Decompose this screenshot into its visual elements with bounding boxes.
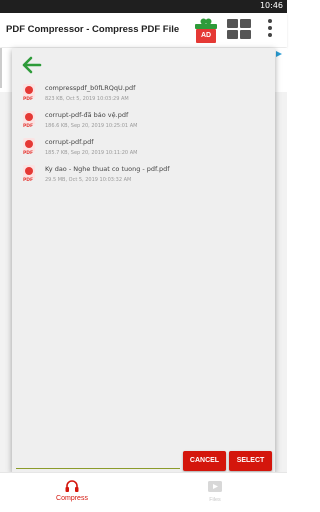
ad-banner-edge bbox=[0, 48, 2, 88]
file-name: corrupt-pdf.pdf bbox=[45, 138, 94, 146]
file-meta: 186.6 KB, Sep 20, 2019 10:25:01 AM bbox=[45, 123, 138, 129]
pdf-file-icon: PDF bbox=[21, 111, 35, 129]
dialog-divider bbox=[16, 468, 180, 469]
file-item[interactable]: PDF Ky dao - Nghe thuat co tuong - pdf.p… bbox=[12, 163, 275, 189]
grid-view-icon-cell bbox=[240, 19, 251, 28]
nav-compress[interactable]: Compress bbox=[42, 477, 102, 509]
file-name: compresspdf_b0fLRQqU.pdf bbox=[45, 84, 136, 92]
ad-label: AD bbox=[196, 29, 216, 43]
pdf-file-icon: PDF bbox=[21, 165, 35, 183]
grid-view-icon-cell bbox=[227, 30, 238, 39]
grid-view-button[interactable] bbox=[227, 19, 251, 39]
status-bar: 10:46 bbox=[0, 0, 287, 13]
more-options-button[interactable] bbox=[266, 19, 274, 41]
file-meta: 185.7 KB, Sep 20, 2019 10:11:20 AM bbox=[45, 150, 138, 156]
file-item[interactable]: PDF compresspdf_b0fLRQqU.pdf 823 KB, Oct… bbox=[12, 82, 275, 108]
more-vert-icon bbox=[268, 19, 272, 23]
file-item[interactable]: PDF corrupt-pdf.pdf 185.7 KB, Sep 20, 20… bbox=[12, 136, 275, 162]
grid-view-icon-cell bbox=[240, 30, 251, 39]
pdf-file-icon: PDF bbox=[21, 138, 35, 156]
ad-choices-icon[interactable] bbox=[275, 50, 283, 58]
nav-files[interactable]: Files bbox=[185, 477, 245, 509]
cancel-button[interactable]: CANCEL bbox=[183, 451, 226, 471]
bottom-navigation: Compress Files bbox=[0, 472, 287, 512]
more-vert-dot bbox=[268, 33, 272, 37]
file-meta: 823 KB, Oct 5, 2019 10:03:29 AM bbox=[45, 96, 129, 102]
more-vert-dot bbox=[268, 26, 272, 30]
file-name: Ky dao - Nghe thuat co tuong - pdf.pdf bbox=[45, 165, 170, 173]
status-time: 10:46 bbox=[259, 1, 283, 10]
file-name: corrupt-pdf-đã bảo vệ.pdf bbox=[45, 111, 129, 119]
app-title: PDF Compressor - Compress PDF File bbox=[6, 24, 180, 35]
grid-view-icon bbox=[227, 19, 238, 28]
select-button[interactable]: SELECT bbox=[229, 451, 272, 471]
files-icon bbox=[208, 481, 222, 492]
app-bar: PDF Compressor - Compress PDF File AD bbox=[0, 13, 287, 47]
file-meta: 29.5 MB, Oct 5, 2019 10:03:32 AM bbox=[45, 177, 132, 183]
pdf-file-icon: PDF bbox=[21, 84, 35, 102]
arrow-back-icon[interactable] bbox=[22, 56, 42, 74]
ad-gift-button[interactable]: AD bbox=[194, 18, 218, 44]
nav-files-label: Files bbox=[209, 497, 221, 503]
file-item[interactable]: PDF corrupt-pdf-đã bảo vệ.pdf 186.6 KB, … bbox=[12, 109, 275, 135]
compress-icon bbox=[65, 480, 79, 492]
nav-compress-label: Compress bbox=[56, 495, 88, 502]
file-picker-dialog: PDF compresspdf_b0fLRQqU.pdf 823 KB, Oct… bbox=[12, 48, 275, 472]
